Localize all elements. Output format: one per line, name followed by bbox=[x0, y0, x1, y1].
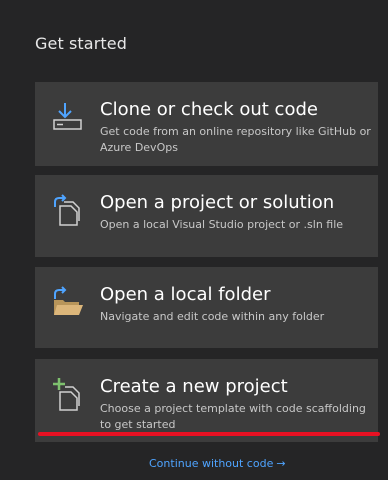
get-started-page: Get started Clone or check out code Get … bbox=[0, 0, 388, 480]
arrow-right-icon: → bbox=[276, 457, 286, 470]
open-folder-card[interactable]: Open a local folder Navigate and edit co… bbox=[35, 267, 378, 348]
card-description: Open a local Visual Studio project or .s… bbox=[100, 218, 344, 231]
card-title: Clone or check out code bbox=[100, 99, 318, 120]
card-description: Get code from an online repository like … bbox=[100, 125, 371, 154]
red-annotation-underline bbox=[38, 432, 380, 436]
card-title: Create a new project bbox=[100, 376, 288, 397]
card-title: Open a project or solution bbox=[100, 192, 335, 213]
create-new-project-card[interactable]: Create a new project Choose a project te… bbox=[35, 359, 378, 442]
card-title: Open a local folder bbox=[100, 284, 271, 305]
card-description: Choose a project template with code scaf… bbox=[100, 402, 366, 431]
page-title: Get started bbox=[35, 34, 127, 53]
new-project-icon bbox=[53, 378, 80, 411]
continue-without-code-link[interactable]: Continue without code → bbox=[149, 457, 286, 470]
download-drive-icon bbox=[53, 103, 82, 130]
card-description: Navigate and edit code within any folder bbox=[100, 310, 325, 323]
open-project-icon bbox=[54, 194, 80, 226]
clone-or-checkout-card[interactable]: Clone or check out code Get code from an… bbox=[35, 82, 378, 166]
open-project-card[interactable]: Open a project or solution Open a local … bbox=[35, 175, 378, 257]
open-folder-icon bbox=[54, 286, 83, 315]
continue-link-label: Continue without code bbox=[149, 457, 274, 470]
